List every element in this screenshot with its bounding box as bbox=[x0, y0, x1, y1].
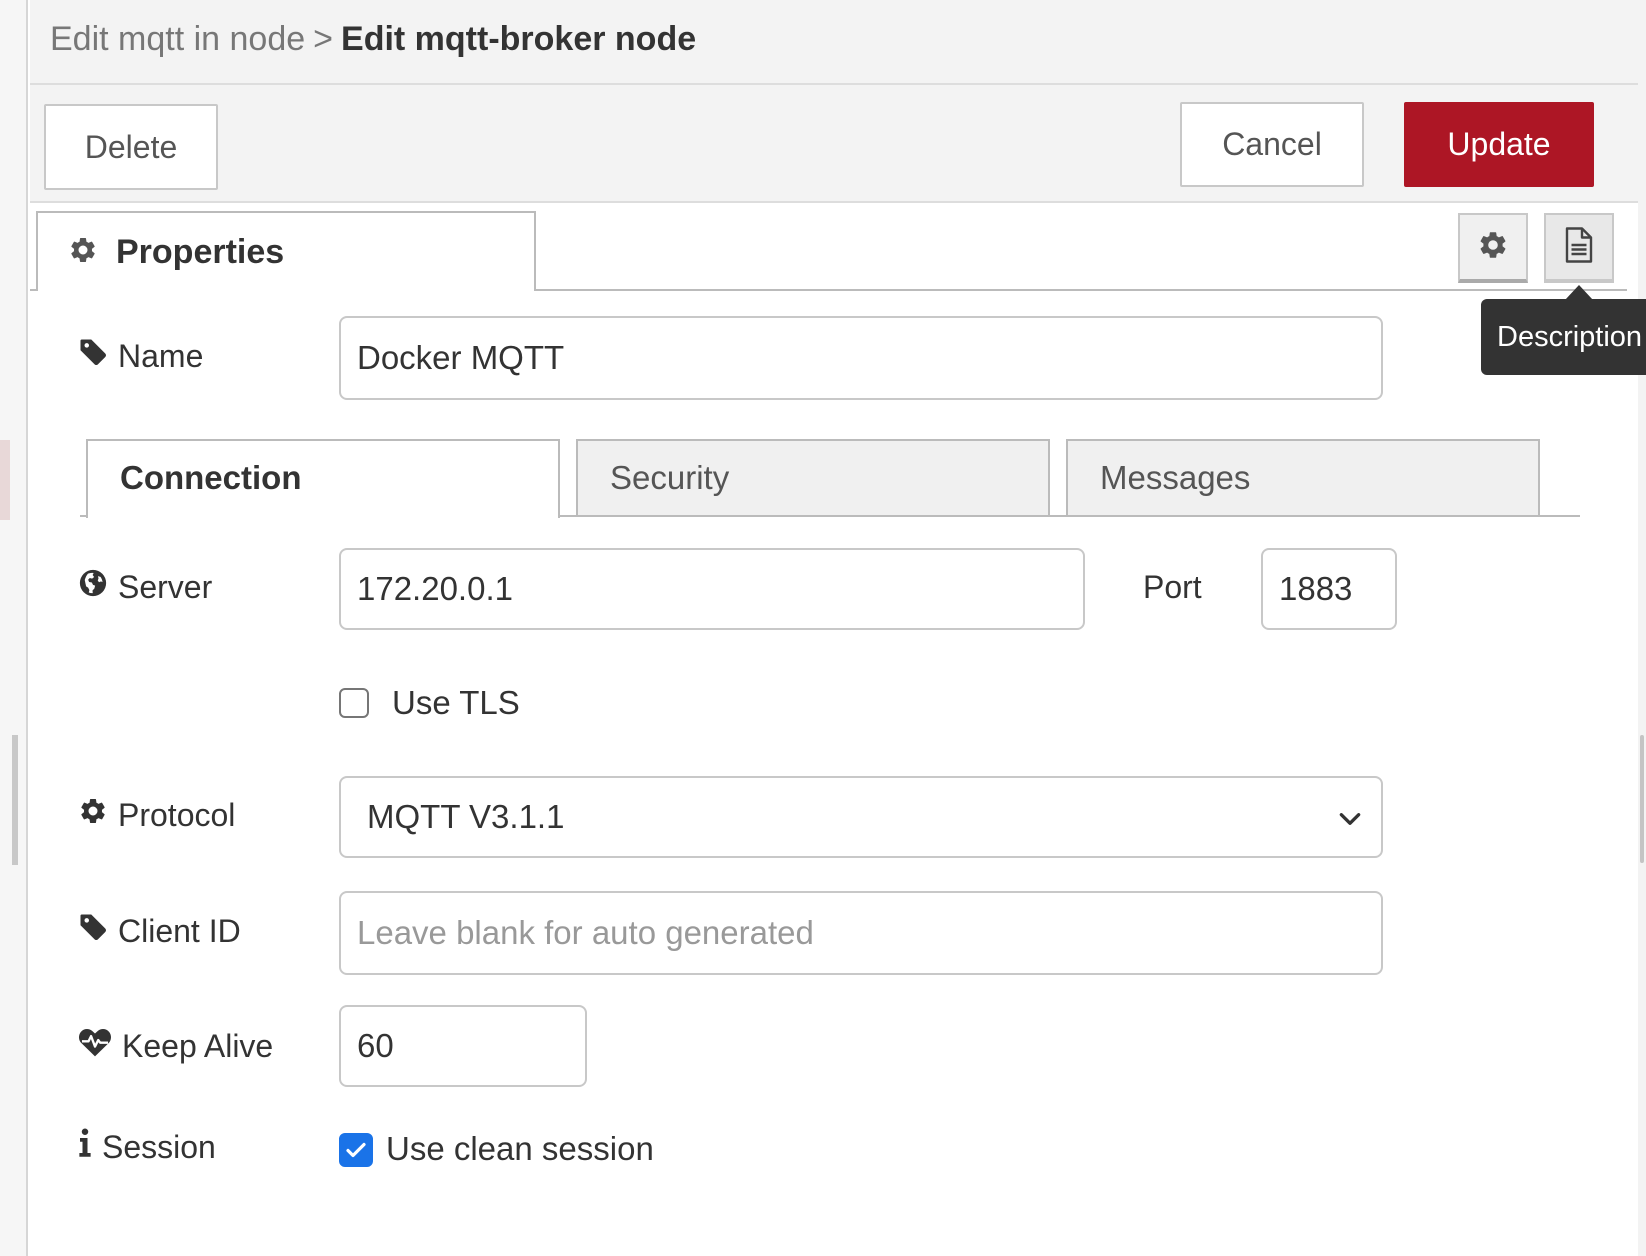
port-label: Port bbox=[1143, 569, 1202, 605]
use-tls-checkbox[interactable] bbox=[339, 688, 369, 718]
session-label-text: Session bbox=[102, 1129, 216, 1165]
clean-session-checkbox[interactable] bbox=[339, 1133, 373, 1167]
protocol-label: Protocol bbox=[78, 795, 235, 835]
description-button[interactable] bbox=[1544, 213, 1614, 283]
tag-icon bbox=[78, 336, 118, 376]
use-tls-label[interactable]: Use TLS bbox=[392, 683, 520, 723]
keep-alive-label: Keep Alive bbox=[78, 1026, 273, 1066]
client-id-label: Client ID bbox=[78, 911, 241, 951]
cancel-button[interactable]: Cancel bbox=[1180, 102, 1364, 187]
tab-properties-label: Properties bbox=[116, 233, 285, 271]
tag-icon bbox=[78, 911, 118, 951]
description-tooltip: Description bbox=[1481, 299, 1646, 375]
update-button[interactable]: Update bbox=[1404, 102, 1594, 187]
edge-mark bbox=[0, 440, 10, 520]
node-settings-button[interactable] bbox=[1458, 213, 1528, 283]
tab-connection[interactable]: Connection bbox=[86, 439, 560, 518]
client-id-input[interactable] bbox=[339, 891, 1383, 975]
left-window-edge bbox=[0, 0, 28, 1256]
server-label-text: Server bbox=[118, 569, 213, 605]
name-label-text: Name bbox=[118, 338, 204, 374]
gear-icon bbox=[1477, 229, 1509, 266]
document-icon bbox=[1564, 226, 1594, 268]
tab-messages[interactable]: Messages bbox=[1066, 439, 1540, 515]
tab-security[interactable]: Security bbox=[576, 439, 1050, 515]
delete-button[interactable]: Delete bbox=[44, 104, 218, 190]
server-label: Server bbox=[78, 567, 212, 607]
checkmark-icon bbox=[346, 1142, 366, 1158]
protocol-selected-value: MQTT V3.1.1 bbox=[367, 798, 565, 835]
clean-session-label[interactable]: Use clean session bbox=[386, 1129, 654, 1169]
name-input[interactable] bbox=[339, 316, 1383, 400]
chevron-down-icon bbox=[1337, 806, 1363, 837]
breadcrumb-parent[interactable]: Edit mqtt in node bbox=[50, 20, 305, 58]
port-input[interactable] bbox=[1261, 548, 1397, 630]
gear-icon bbox=[68, 235, 98, 270]
name-label: Name bbox=[78, 336, 203, 376]
edge-scroll-mark bbox=[12, 735, 18, 865]
protocol-select[interactable]: MQTT V3.1.1 bbox=[339, 776, 1383, 858]
tab-properties[interactable]: Properties bbox=[36, 211, 536, 291]
gear-icon bbox=[78, 795, 118, 835]
tray-toolbar: Delete Cancel Update bbox=[30, 85, 1638, 203]
scrollbar-thumb[interactable] bbox=[1640, 735, 1644, 863]
protocol-label-text: Protocol bbox=[118, 797, 236, 833]
tray-header: Edit mqtt in node > Edit mqtt-broker node bbox=[30, 0, 1638, 85]
keep-alive-label-text: Keep Alive bbox=[122, 1028, 274, 1064]
client-id-label-text: Client ID bbox=[118, 913, 241, 949]
breadcrumb: Edit mqtt in node > Edit mqtt-broker node bbox=[50, 18, 696, 60]
server-input[interactable] bbox=[339, 548, 1085, 630]
heartbeat-icon bbox=[78, 1026, 122, 1066]
breadcrumb-separator: > bbox=[313, 20, 334, 58]
globe-icon bbox=[78, 567, 118, 607]
tooltip-arrow bbox=[1565, 285, 1593, 300]
scrollbar[interactable] bbox=[1638, 0, 1646, 1256]
keep-alive-input[interactable] bbox=[339, 1005, 587, 1087]
breadcrumb-current: Edit mqtt-broker node bbox=[341, 20, 697, 58]
session-label: Session bbox=[78, 1127, 216, 1167]
info-icon bbox=[78, 1127, 102, 1167]
